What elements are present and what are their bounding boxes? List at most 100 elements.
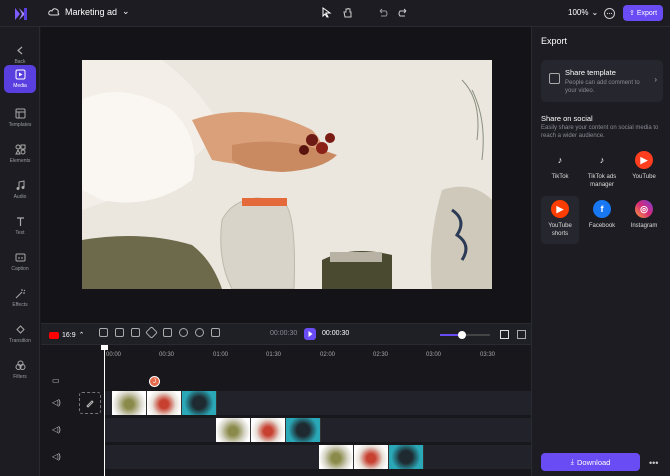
- social-heading: Share on social: [541, 114, 593, 123]
- project-title[interactable]: Marketing ad ⌄: [48, 6, 130, 17]
- avatar[interactable]: J: [149, 376, 160, 387]
- resize-icon[interactable]: [131, 328, 140, 337]
- music-icon: [16, 180, 24, 190]
- volume-icon[interactable]: ◁): [52, 425, 62, 435]
- more-options-icon[interactable]: •••: [649, 458, 658, 468]
- download-button[interactable]: ⤓ Download: [541, 453, 640, 471]
- share-youtube[interactable]: ▶ YouTube: [625, 147, 663, 193]
- facebook-icon: f: [593, 200, 611, 218]
- redo-icon[interactable]: [397, 6, 410, 19]
- download-icon: ⤓: [570, 457, 574, 466]
- aspect-ratio-dropdown[interactable]: 16:9 ⌃: [49, 328, 89, 342]
- timeline-track[interactable]: [105, 445, 531, 469]
- playhead-handle[interactable]: [101, 345, 108, 350]
- chevron-left-icon: [16, 46, 22, 55]
- fullscreen-icon[interactable]: [500, 330, 509, 339]
- ruler-tick: 01:00: [213, 352, 229, 358]
- share-template-icon: [549, 73, 560, 84]
- sidebar-item-label: Caption: [11, 266, 29, 272]
- delete-icon[interactable]: [211, 328, 220, 337]
- add-media-slot[interactable]: [79, 392, 101, 414]
- current-time: 00:00:30: [270, 330, 298, 337]
- sidebar-item-label: Filters: [13, 374, 27, 380]
- share-template-card[interactable]: Share template People can add comment to…: [541, 60, 663, 102]
- caption-toggle-icon[interactable]: [517, 330, 526, 339]
- sidebar-item-transition[interactable]: Transition: [4, 318, 36, 350]
- app-logo-icon[interactable]: [13, 6, 29, 22]
- cursor-icon[interactable]: [320, 6, 333, 19]
- share-template-subtitle: People can add comment to your video.: [565, 80, 640, 94]
- ruler-tick: 02:30: [373, 352, 389, 358]
- playhead[interactable]: [104, 345, 105, 476]
- play-button[interactable]: [304, 328, 316, 340]
- crop-icon[interactable]: [115, 328, 124, 337]
- sidebar-item-audio[interactable]: Audio: [4, 174, 36, 206]
- top-bar: Marketing ad ⌄ 100% ⌄ ⇪ Export: [0, 0, 670, 27]
- timeline[interactable]: 00:00 00:30 01:00 01:30 02:00 02:30 03:0…: [41, 345, 531, 476]
- text-icon: [16, 217, 24, 226]
- filters-icon: [15, 360, 25, 370]
- sidebar-item-filters[interactable]: Filters: [4, 354, 36, 386]
- video-clip[interactable]: [319, 445, 424, 469]
- hand-icon[interactable]: [341, 6, 354, 19]
- zoom-slider-rest[interactable]: [466, 334, 490, 336]
- zoom-dropdown[interactable]: 100% ⌄: [568, 8, 598, 17]
- ruler-tick: 02:00: [320, 352, 336, 358]
- sidebar-item-text[interactable]: Text: [4, 210, 36, 242]
- social-label: Facebook: [588, 223, 616, 229]
- split-icon[interactable]: [99, 328, 108, 337]
- ruler-tick: 01:30: [266, 352, 282, 358]
- instagram-icon: ◎: [635, 200, 653, 218]
- ruler-tick: 03:30: [480, 352, 496, 358]
- timeline-toolbar: 16:9 ⌃ 00:00:30 00:00:30: [41, 323, 531, 345]
- volume-icon[interactable]: ◁): [52, 452, 62, 462]
- sidebar-item-elements[interactable]: Elements: [4, 138, 36, 170]
- download-label: Download: [576, 457, 611, 467]
- comment-icon[interactable]: [603, 7, 616, 20]
- transition-icon: [15, 325, 25, 334]
- social-label: Instagram: [630, 223, 658, 229]
- video-clip[interactable]: [216, 418, 321, 442]
- sidebar-item-label: Audio: [13, 194, 27, 200]
- effects-icon: [15, 289, 25, 299]
- chevron-down-icon: ⌄: [591, 8, 599, 17]
- video-preview-image[interactable]: [82, 60, 492, 289]
- share-tiktok-ads[interactable]: ♪ TikTok ads manager: [583, 147, 621, 193]
- shape-icon[interactable]: [145, 326, 158, 339]
- sidebar-item-caption[interactable]: Caption: [4, 246, 36, 278]
- cloud-icon: [48, 7, 60, 15]
- flip-icon[interactable]: [163, 328, 172, 337]
- caption-icon: [15, 253, 25, 262]
- undo-icon[interactable]: [376, 6, 389, 19]
- share-tiktok[interactable]: ♪ TikTok: [541, 147, 579, 193]
- sidebar-item-label: Transition: [9, 338, 31, 344]
- sidebar-item-label: Media: [13, 83, 27, 89]
- play-icon: [308, 331, 313, 337]
- panel-title: Export: [541, 36, 568, 46]
- speed-icon[interactable]: [179, 328, 188, 337]
- zoom-level: 100%: [568, 8, 589, 17]
- project-title-text: Marketing ad: [65, 6, 118, 17]
- color-icon[interactable]: [195, 328, 204, 337]
- social-label: TikTok: [551, 174, 569, 180]
- video-clip[interactable]: [112, 391, 217, 415]
- youtube-shorts-icon: ▶: [551, 200, 569, 218]
- aspect-ratio-value: 16:9: [62, 331, 76, 339]
- share-instagram[interactable]: ◎ Instagram: [625, 196, 663, 242]
- comment-track-icon[interactable]: ▭: [52, 376, 62, 386]
- chevron-up-icon: ⌃: [78, 332, 85, 339]
- volume-icon[interactable]: ◁): [52, 398, 62, 408]
- social-label: YouTube: [632, 174, 656, 180]
- sidebar-item-templates[interactable]: Templates: [4, 102, 36, 134]
- share-facebook[interactable]: f Facebook: [583, 196, 621, 242]
- sidebar-item-effects[interactable]: Effects: [4, 282, 36, 314]
- ruler-tick: 00:00: [106, 352, 122, 358]
- sidebar-item-label: Elements: [9, 158, 31, 164]
- export-button[interactable]: ⇪ Export: [623, 5, 663, 21]
- tiktok-icon: ♪: [593, 151, 611, 169]
- share-youtube-shorts[interactable]: ▶ YouTube shorts: [541, 196, 579, 244]
- ruler-tick: 03:00: [426, 352, 442, 358]
- zoom-slider-handle[interactable]: [458, 331, 466, 339]
- sidebar-item-media[interactable]: Media: [4, 65, 36, 93]
- social-subtitle: Easily share your content on social medi…: [541, 125, 659, 139]
